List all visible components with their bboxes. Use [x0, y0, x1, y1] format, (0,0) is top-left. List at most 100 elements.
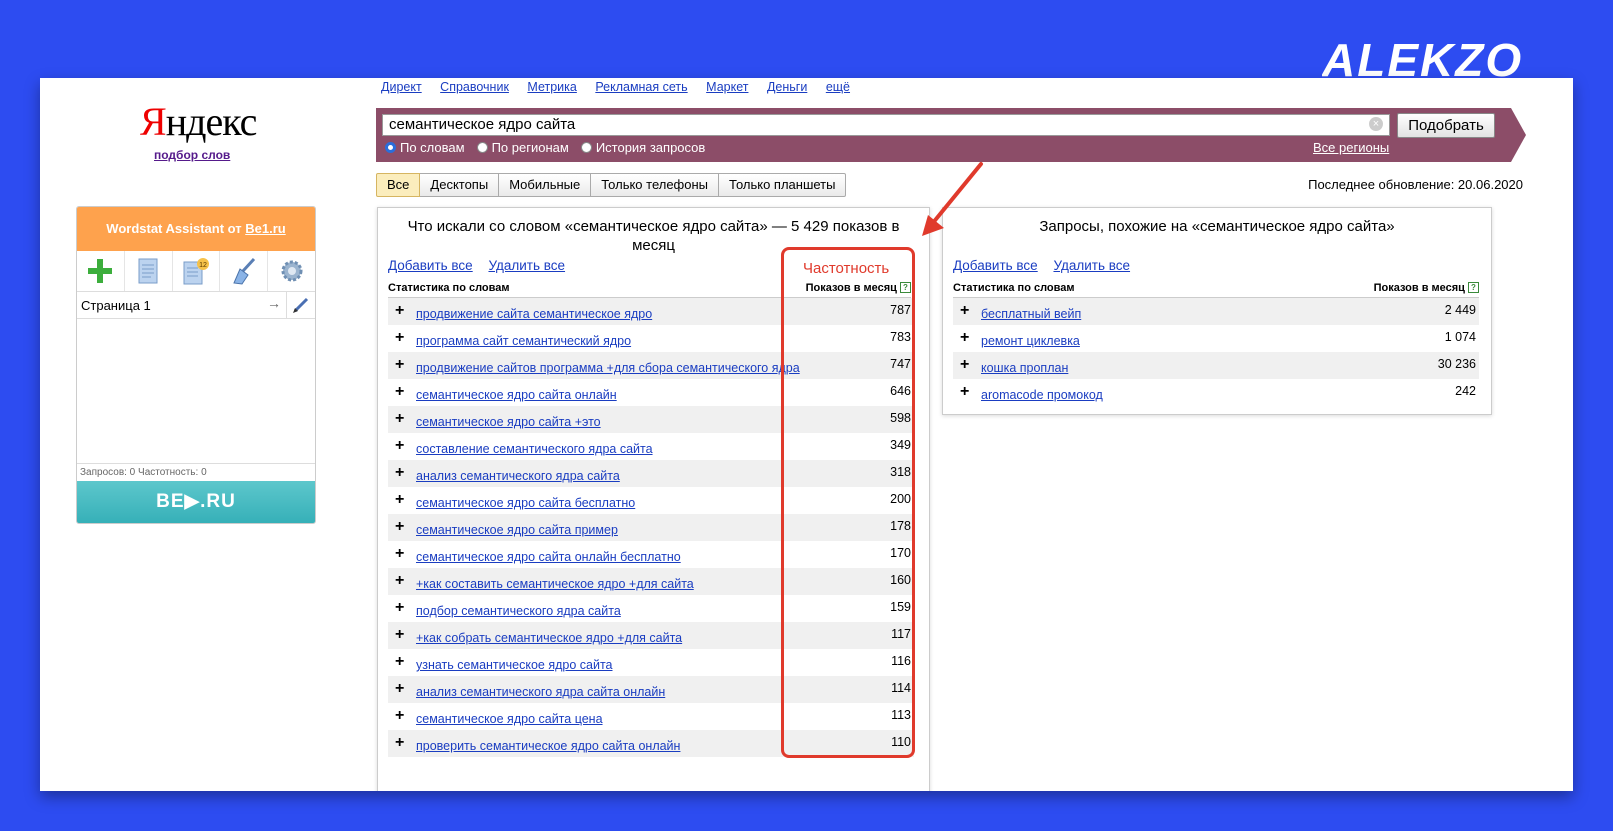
- right-table-header: Статистика по словам Показов в месяц ?: [953, 282, 1479, 298]
- radio-by-words-indicator[interactable]: [385, 142, 396, 153]
- keyword-link[interactable]: aromacode промокод: [981, 388, 1103, 402]
- plus-icon[interactable]: +: [960, 383, 969, 401]
- left-panel-actions: Добавить все Удалить все: [388, 258, 577, 273]
- assistant-toolbar: 12: [77, 251, 315, 292]
- keyword-link[interactable]: семантическое ядро сайта +это: [416, 415, 601, 429]
- plus-icon[interactable]: +: [395, 626, 404, 644]
- keyword-link[interactable]: кошка проплан: [981, 361, 1068, 375]
- plus-icon[interactable]: +: [395, 464, 404, 482]
- nav-spravochnik[interactable]: Справочник: [440, 80, 509, 94]
- clear-icon[interactable]: ×: [1369, 117, 1383, 131]
- right-help-icon[interactable]: ?: [1468, 282, 1479, 293]
- gear-icon[interactable]: [268, 251, 315, 291]
- right-remove-all-link[interactable]: Удалить все: [1053, 258, 1130, 273]
- search-input[interactable]: семантическое ядро сайта ×: [382, 114, 1390, 136]
- keyword-link[interactable]: +как составить семантическое ядро +для с…: [416, 577, 694, 591]
- keyword-link[interactable]: анализ семантического ядра сайта онлайн: [416, 685, 665, 699]
- be1-link[interactable]: Be1.ru: [245, 221, 285, 236]
- radio-by-regions[interactable]: По регионам: [476, 140, 569, 155]
- tab-mobile[interactable]: Мобильные: [499, 173, 592, 197]
- keyword-link[interactable]: проверить семантическое ядро сайта онлай…: [416, 739, 680, 753]
- alekzo-logo: ALEKZO: [1322, 34, 1521, 84]
- table-row: + ремонт циклевка 1 074: [953, 325, 1479, 352]
- keyword-link[interactable]: подбор семантического ядра сайта: [416, 604, 621, 618]
- right-table-body: + бесплатный вейп 2 449 + ремонт циклевка 1 0…: [953, 298, 1479, 406]
- tab-all[interactable]: Все: [376, 173, 421, 197]
- plus-icon[interactable]: +: [395, 545, 404, 563]
- keyword-link[interactable]: семантическое ядро сайта онлайн бесплатн…: [416, 550, 681, 564]
- keyword-link[interactable]: ремонт циклевка: [981, 334, 1080, 348]
- impressions-count: 2 449: [1444, 303, 1476, 317]
- nav-direct[interactable]: Директ: [381, 80, 422, 94]
- plus-icon[interactable]: +: [960, 329, 969, 347]
- nav-more[interactable]: ещё: [826, 80, 850, 94]
- right-similar-panel: Запросы, похожие на «семантическое ядро …: [942, 207, 1492, 415]
- yandex-logo[interactable]: Яндекс: [140, 98, 257, 145]
- keyword-link[interactable]: узнать семантическое ядро сайта: [416, 658, 613, 672]
- nav-market[interactable]: Маркет: [706, 80, 748, 94]
- plus-icon[interactable]: +: [395, 491, 404, 509]
- keyword-link[interactable]: +как собрать семантическое ядро +для сай…: [416, 631, 682, 645]
- tab-tablets-only[interactable]: Только планшеты: [719, 173, 847, 197]
- assistant-header: Wordstat Assistant от Be1.ru: [77, 207, 315, 251]
- add-all-link[interactable]: Добавить все: [388, 258, 473, 273]
- impressions-count: 1 074: [1444, 330, 1476, 344]
- radio-by-words[interactable]: По словам: [385, 140, 465, 155]
- plus-icon[interactable]: +: [960, 302, 969, 320]
- plus-icon[interactable]: +: [395, 734, 404, 752]
- radio-history-indicator[interactable]: [580, 142, 592, 153]
- remove-all-link[interactable]: Удалить все: [488, 258, 565, 273]
- keyword-link[interactable]: семантическое ядро сайта бесплатно: [416, 496, 635, 510]
- plus-icon[interactable]: +: [395, 302, 404, 320]
- search-button[interactable]: Подобрать: [1397, 113, 1495, 138]
- impressions-count: 242: [1455, 384, 1476, 398]
- frequency-highlight-box: [781, 247, 915, 758]
- keyword-link[interactable]: анализ семантического ядра сайта: [416, 469, 620, 483]
- broom-icon[interactable]: [220, 251, 269, 291]
- nav-ad-network[interactable]: Рекламная сеть: [595, 80, 687, 94]
- keyword-link[interactable]: семантическое ядро сайта онлайн: [416, 388, 617, 402]
- table-row: + бесплатный вейп 2 449: [953, 298, 1479, 325]
- radio-by-regions-indicator[interactable]: [476, 142, 488, 153]
- keyword-link[interactable]: составление семантического ядра сайта: [416, 442, 653, 456]
- be1-footer-logo[interactable]: BE▶.RU: [77, 481, 315, 523]
- radio-history[interactable]: История запросов: [580, 140, 705, 155]
- right-add-all-link[interactable]: Добавить все: [953, 258, 1038, 273]
- plus-icon[interactable]: +: [395, 653, 404, 671]
- plus-icon[interactable]: +: [395, 383, 404, 401]
- add-icon[interactable]: [77, 251, 125, 291]
- tab-phones-only[interactable]: Только телефоны: [591, 173, 720, 197]
- plus-icon[interactable]: +: [395, 599, 404, 617]
- plus-icon[interactable]: +: [395, 410, 404, 428]
- plus-icon[interactable]: +: [395, 707, 404, 725]
- yandex-subtitle-link[interactable]: подбор слов: [154, 148, 230, 162]
- documents-count-icon[interactable]: 12: [173, 251, 221, 291]
- plus-icon[interactable]: +: [395, 356, 404, 374]
- assistant-stats: Запросов: 0 Частотность: 0: [77, 463, 315, 480]
- assistant-page-row[interactable]: Страница 1 →: [77, 292, 315, 319]
- plus-icon[interactable]: +: [395, 437, 404, 455]
- arrow-right-icon[interactable]: →: [267, 295, 281, 311]
- keyword-link[interactable]: семантическое ядро сайта цена: [416, 712, 603, 726]
- plus-icon[interactable]: +: [395, 329, 404, 347]
- keyword-link[interactable]: продвижение сайта семантическое ядро: [416, 307, 652, 321]
- plus-icon[interactable]: +: [395, 572, 404, 590]
- plus-icon[interactable]: +: [960, 356, 969, 374]
- keyword-link[interactable]: семантическое ядро сайта пример: [416, 523, 618, 537]
- top-nav: Директ Справочник Метрика Рекламная сеть…: [381, 80, 865, 94]
- keyword-link[interactable]: продвижение сайтов программа +для сбора …: [416, 361, 800, 375]
- nav-money[interactable]: Деньги: [767, 80, 807, 94]
- svg-text:12: 12: [199, 262, 207, 269]
- tab-desktops[interactable]: Десктопы: [420, 173, 500, 197]
- keyword-link[interactable]: бесплатный вейп: [981, 307, 1081, 321]
- plus-icon[interactable]: +: [395, 680, 404, 698]
- plus-icon[interactable]: +: [395, 518, 404, 536]
- search-mode-radios: По словам По регионам История запросов: [385, 140, 705, 155]
- keyword-link[interactable]: программа сайт семантический ядро: [416, 334, 631, 348]
- nav-metrika[interactable]: Метрика: [527, 80, 576, 94]
- pen-icon[interactable]: [286, 292, 315, 318]
- wordstat-assistant-panel: Wordstat Assistant от Be1.ru 12 Страница…: [76, 206, 316, 524]
- right-panel-actions: Добавить все Удалить все: [953, 258, 1142, 273]
- all-regions-link[interactable]: Все регионы: [1313, 140, 1389, 155]
- document-icon[interactable]: [125, 251, 173, 291]
